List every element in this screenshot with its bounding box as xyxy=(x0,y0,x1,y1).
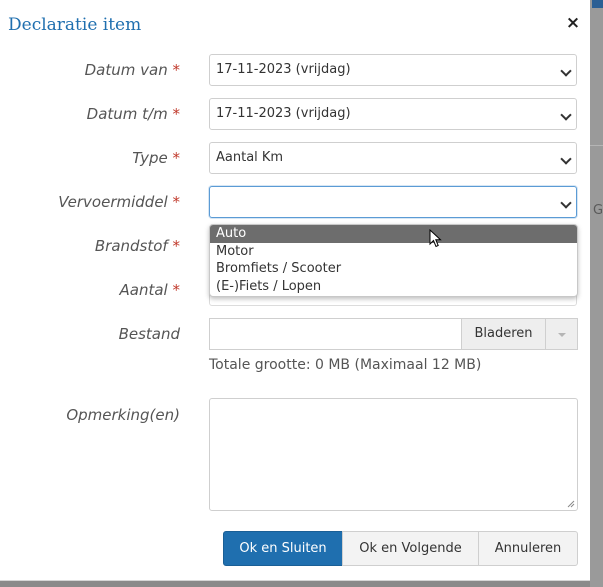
bestand-label-text: Bestand xyxy=(118,325,180,343)
browse-button[interactable]: Bladeren xyxy=(461,318,546,350)
chevron-down-icon xyxy=(560,153,572,165)
bestand-label: Bestand xyxy=(0,325,180,343)
declaratie-dialog: Declaratie item × Datum van * 17-11-2023… xyxy=(0,0,590,581)
datum-tm-select[interactable]: 17-11-2023 (vrijdag) xyxy=(209,98,577,130)
required-marker: * xyxy=(172,149,181,167)
opmerkingen-textarea[interactable] xyxy=(209,398,578,511)
resize-grip-icon[interactable] xyxy=(567,500,575,508)
chevron-down-icon xyxy=(560,65,572,77)
aantal-label-text: Aantal xyxy=(119,281,168,299)
dialog-title: Declaratie item xyxy=(8,15,142,35)
vervoermiddel-label: Vervoermiddel * xyxy=(0,193,180,211)
vervoermiddel-dropdown-list: Auto Motor Bromfiets / Scooter (E-)Fiets… xyxy=(209,224,578,297)
dropdown-option-fiets[interactable]: (E-)Fiets / Lopen xyxy=(210,278,577,296)
datum-van-label-text: Datum van xyxy=(84,61,168,79)
file-size-note: Totale grootte: 0 MB (Maximaal 12 MB) xyxy=(209,357,482,373)
required-marker: * xyxy=(172,237,181,255)
close-icon[interactable]: × xyxy=(562,12,584,34)
required-marker: * xyxy=(172,61,181,79)
type-select[interactable]: Aantal Km xyxy=(209,142,577,174)
type-label: Type * xyxy=(0,149,180,167)
backdrop-partial-text: G xyxy=(593,203,603,218)
backdrop-header-strip xyxy=(592,0,603,8)
ok-next-button[interactable]: Ok en Volgende xyxy=(342,531,479,566)
datum-van-label: Datum van * xyxy=(0,61,180,79)
mouse-pointer-icon xyxy=(429,229,442,248)
datum-tm-label: Datum t/m * xyxy=(0,105,180,123)
backdrop-page xyxy=(590,0,603,587)
datum-van-value: 17-11-2023 (vrijdag) xyxy=(216,62,351,77)
opmerkingen-label-text: Opmerking(en) xyxy=(66,406,180,424)
browse-dropdown-toggle[interactable] xyxy=(545,318,578,350)
ok-close-button[interactable]: Ok en Sluiten xyxy=(223,531,343,566)
chevron-down-icon xyxy=(560,197,572,209)
vervoermiddel-label-text: Vervoermiddel xyxy=(58,193,168,211)
required-marker: * xyxy=(172,105,181,123)
dropdown-option-auto[interactable]: Auto xyxy=(210,225,577,243)
caret-down-icon xyxy=(558,333,566,337)
datum-van-select[interactable]: 17-11-2023 (vrijdag) xyxy=(209,54,577,86)
type-value: Aantal Km xyxy=(216,150,284,165)
opmerkingen-label: Opmerking(en) xyxy=(0,406,180,424)
datum-tm-value: 17-11-2023 (vrijdag) xyxy=(216,106,351,121)
datum-tm-label-text: Datum t/m xyxy=(86,105,168,123)
required-marker: * xyxy=(172,281,181,299)
required-marker: * xyxy=(172,193,181,211)
dropdown-option-bromfiets[interactable]: Bromfiets / Scooter xyxy=(210,260,577,278)
vervoermiddel-select[interactable] xyxy=(209,186,577,218)
chevron-down-icon xyxy=(560,109,572,121)
brandstof-label: Brandstof * xyxy=(0,237,180,255)
aantal-label: Aantal * xyxy=(0,281,180,299)
dropdown-option-motor[interactable]: Motor xyxy=(210,243,577,261)
brandstof-label-text: Brandstof xyxy=(94,237,168,255)
cancel-button[interactable]: Annuleren xyxy=(478,531,578,566)
type-label-text: Type xyxy=(132,149,168,167)
file-name-field[interactable] xyxy=(209,318,462,350)
backdrop-divider xyxy=(590,145,603,146)
